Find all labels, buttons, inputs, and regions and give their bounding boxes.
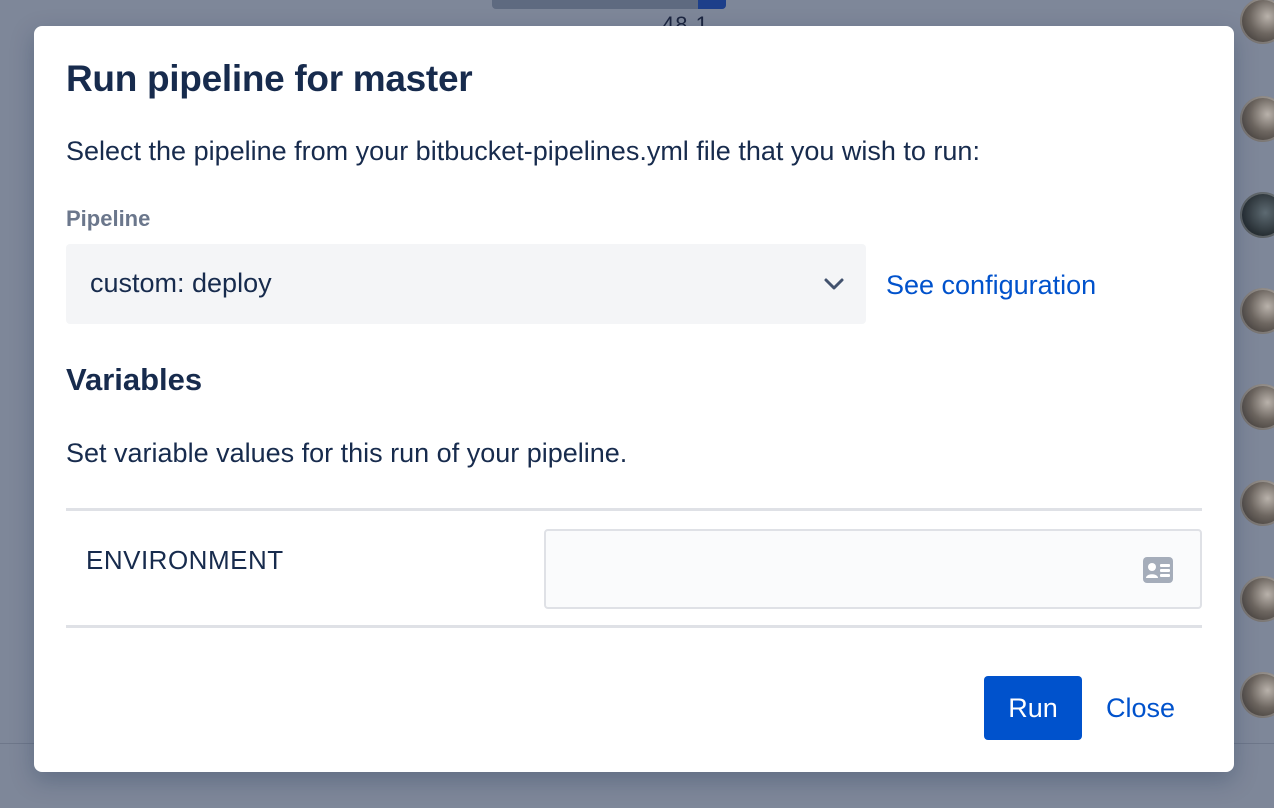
background-progress-bar [492, 0, 726, 9]
run-pipeline-dialog: Run pipeline for master Select the pipel… [34, 26, 1234, 772]
background-progress-fill [697, 0, 726, 9]
avatar [1240, 384, 1274, 430]
avatar [1240, 288, 1274, 334]
variables-description: Set variable values for this run of your… [66, 438, 628, 468]
dialog-title: Run pipeline for master [66, 58, 473, 99]
chevron-down-icon [824, 278, 844, 290]
variable-name-environment: ENVIRONMENT [86, 545, 284, 575]
pipeline-select-value: custom: deploy [90, 268, 272, 298]
avatar [1240, 480, 1274, 526]
contact-card-icon[interactable] [1142, 556, 1174, 584]
variables-title: Variables [66, 362, 203, 397]
variables-table: ENVIRONMENT [66, 508, 1202, 628]
background-avatar-column [1240, 0, 1274, 808]
dialog-description: Select the pipeline from your bitbucket-… [66, 136, 980, 166]
pipeline-label: Pipeline [66, 206, 151, 231]
pipeline-select[interactable]: custom: deploy [66, 244, 866, 324]
run-button[interactable]: Run [984, 676, 1082, 740]
avatar [1240, 192, 1274, 238]
variable-value-input[interactable] [544, 529, 1202, 609]
see-configuration-link[interactable]: See configuration [886, 270, 1096, 301]
avatar [1240, 672, 1274, 718]
avatar [1240, 576, 1274, 622]
close-button[interactable]: Close [1098, 676, 1183, 740]
avatar [1240, 96, 1274, 142]
avatar [1240, 0, 1274, 44]
